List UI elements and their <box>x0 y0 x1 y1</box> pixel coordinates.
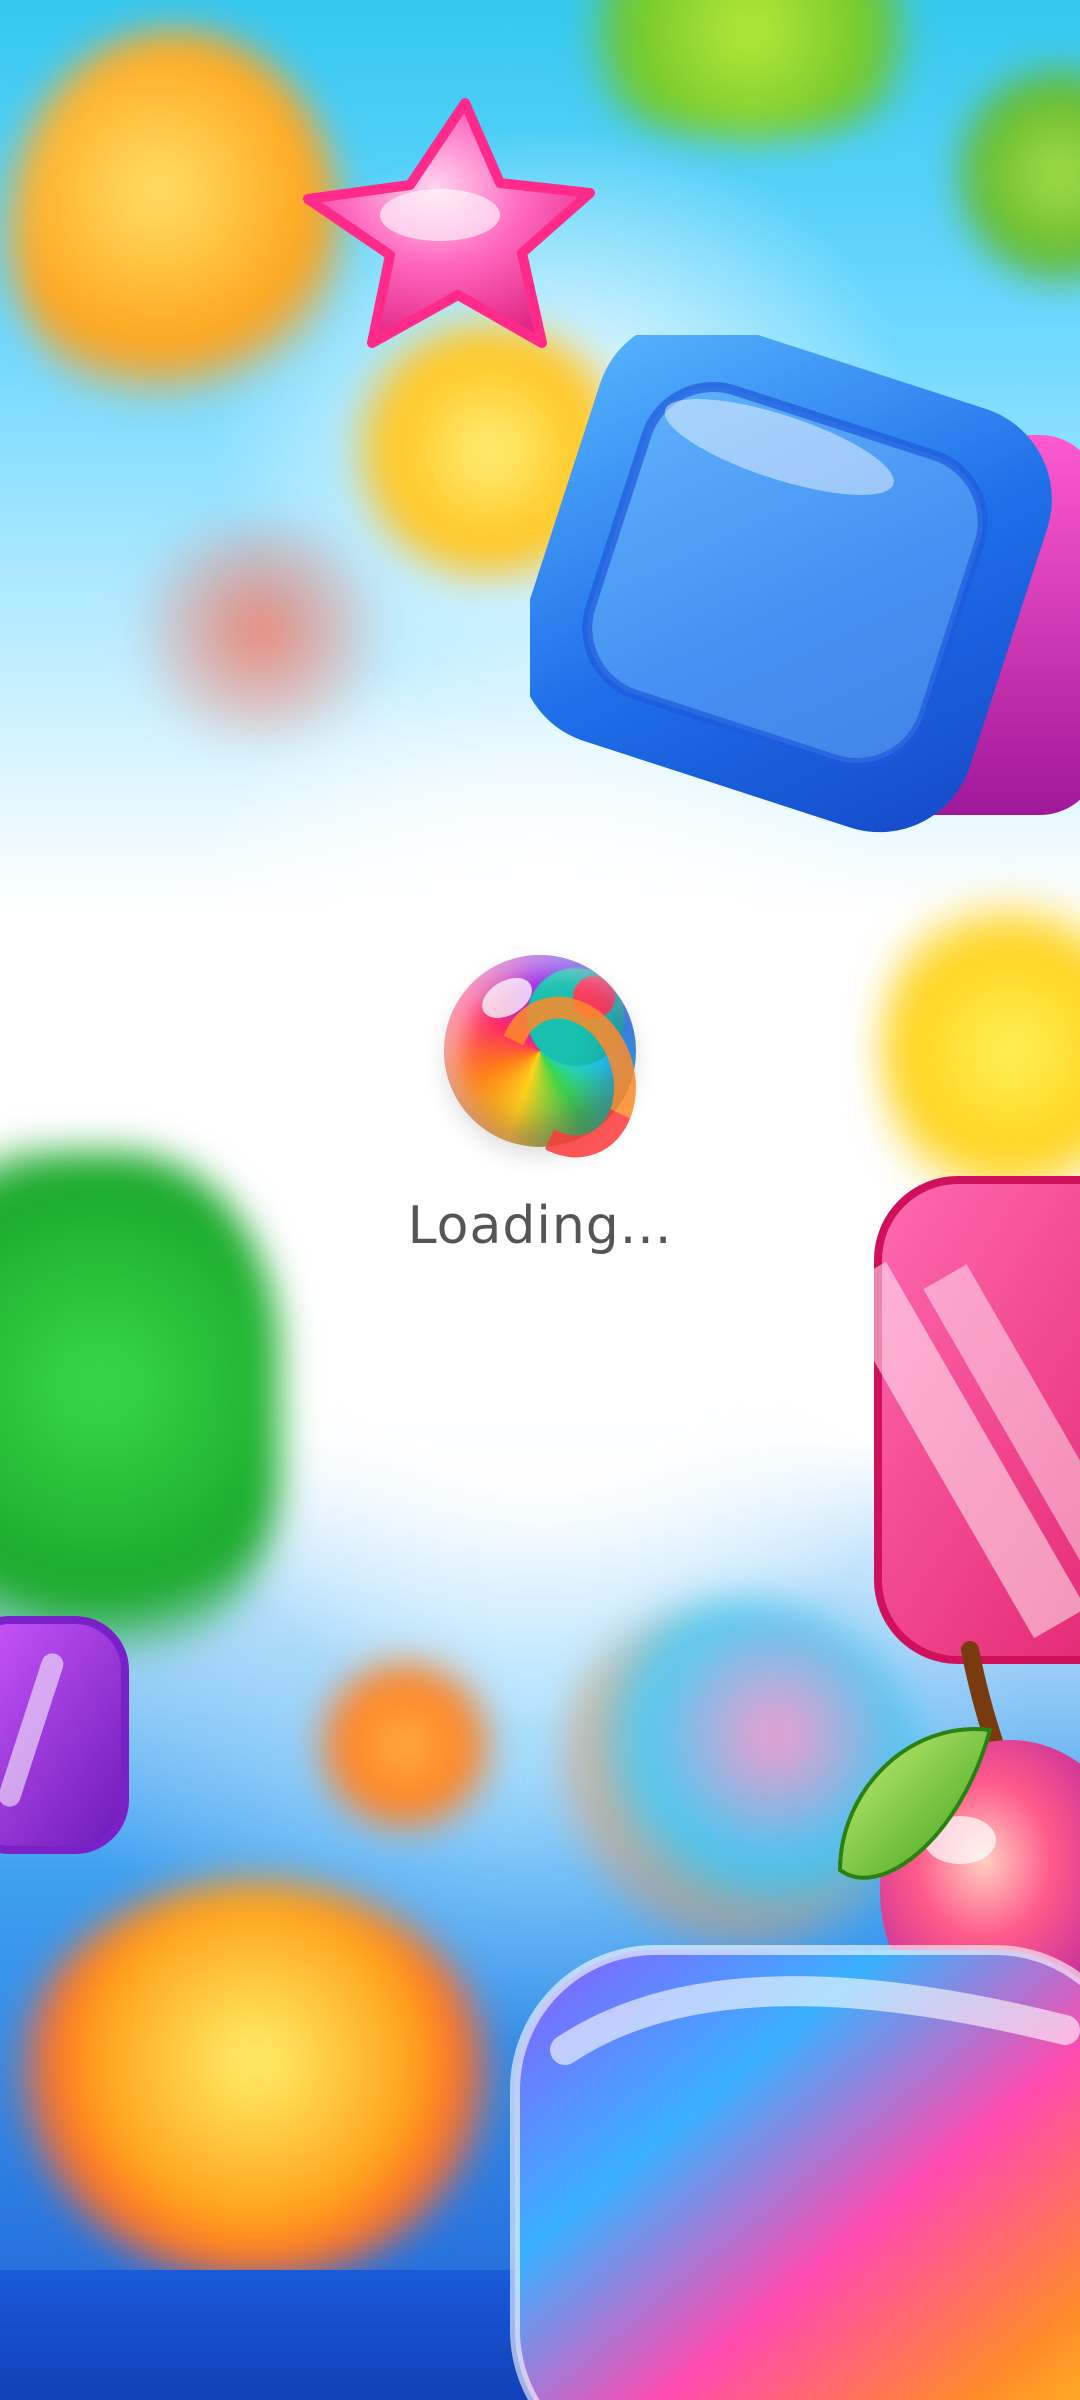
loading-label: Loading... <box>407 1196 673 1256</box>
candy-ball-icon <box>444 955 636 1147</box>
loading-indicator: Loading... <box>0 0 1080 2400</box>
loading-screen: Loading... <box>0 0 1080 2400</box>
